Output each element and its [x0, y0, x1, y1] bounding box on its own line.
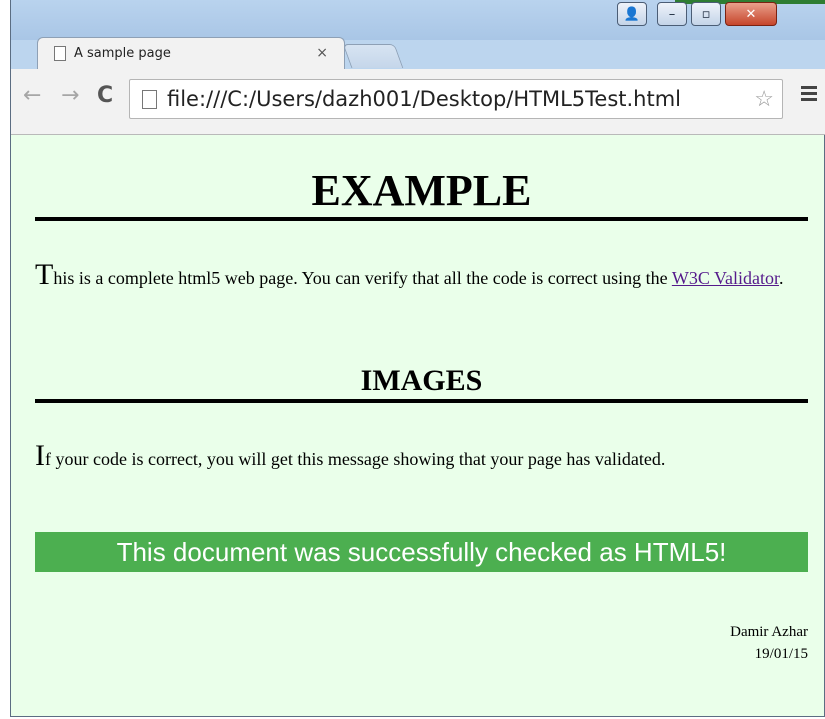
- validation-banner: This document was successfully checked a…: [35, 532, 808, 572]
- back-arrow-icon[interactable]: ←: [23, 83, 41, 108]
- w3c-validator-link[interactable]: W3C Validator: [672, 268, 779, 288]
- page-icon: [54, 46, 66, 61]
- tab-close-icon[interactable]: ×: [316, 45, 328, 61]
- tab-title: A sample page: [74, 46, 171, 61]
- reload-icon[interactable]: C: [97, 83, 113, 108]
- images-dropcap: I: [35, 439, 45, 472]
- author-name: Damir Azhar: [730, 624, 808, 640]
- intro-text: his is a complete html5 web page. You ca…: [53, 268, 672, 288]
- forward-arrow-icon[interactable]: →: [61, 83, 79, 108]
- page-date: 19/01/15: [754, 646, 808, 662]
- intro-dropcap: T: [35, 258, 54, 291]
- page-heading: EXAMPLE: [35, 169, 808, 221]
- page-content: EXAMPLE This is a complete html5 web pag…: [11, 135, 825, 716]
- window-controls: 👤 – ▫ ✕: [617, 2, 777, 28]
- images-paragraph: If your code is correct, you will get th…: [35, 441, 808, 471]
- tab-active[interactable]: A sample page ×: [37, 37, 345, 69]
- file-icon: [142, 89, 157, 109]
- url-text[interactable]: file:///C:/Users/dazh001/Desktop/HTML5Te…: [167, 87, 732, 111]
- browser-toolbar: ← → C file:///C:/Users/dazh001/Desktop/H…: [11, 69, 825, 135]
- maximize-button[interactable]: ▫: [691, 2, 721, 26]
- browser-window: 👤 – ▫ ✕ A sample page × ← → C file:///C:…: [10, 0, 825, 717]
- images-text: f your code is correct, you will get thi…: [45, 449, 666, 469]
- page-footer: Damir Azhar 19/01/15: [730, 621, 808, 665]
- new-tab-button[interactable]: [342, 44, 404, 68]
- images-heading: IMAGES: [35, 364, 808, 403]
- minimize-button[interactable]: –: [657, 2, 687, 26]
- intro-paragraph: This is a complete html5 web page. You c…: [35, 260, 808, 290]
- close-window-button[interactable]: ✕: [725, 2, 777, 26]
- address-bar[interactable]: file:///C:/Users/dazh001/Desktop/HTML5Te…: [129, 79, 783, 119]
- user-icon[interactable]: 👤: [617, 2, 647, 26]
- intro-period: .: [779, 268, 784, 288]
- menu-icon[interactable]: [801, 86, 817, 104]
- bookmark-star-icon[interactable]: ☆: [754, 86, 774, 112]
